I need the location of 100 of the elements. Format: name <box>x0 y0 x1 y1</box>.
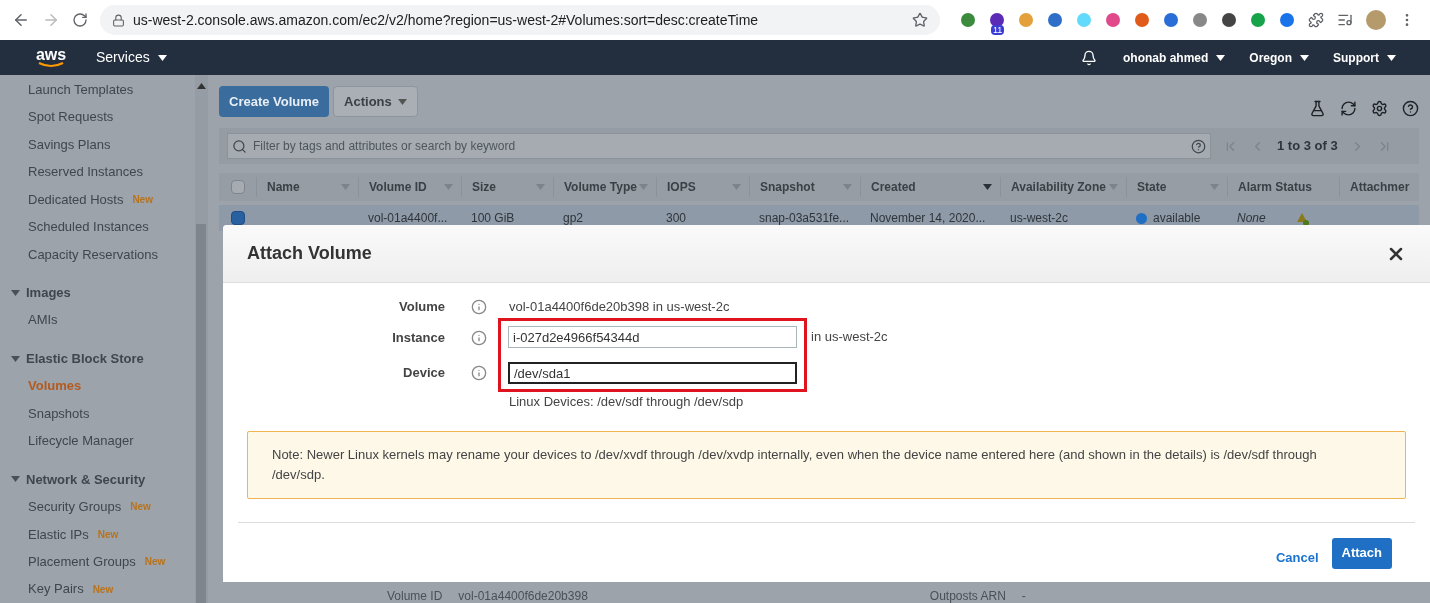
column-header[interactable]: Snapshot <box>760 178 815 196</box>
table-cell-text: 300 <box>666 210 687 227</box>
star-icon[interactable] <box>912 12 928 28</box>
info-icon[interactable] <box>471 299 487 315</box>
help-icon[interactable] <box>1191 138 1206 154</box>
help-icon[interactable] <box>1402 100 1419 117</box>
extension-icon[interactable] <box>1047 12 1063 28</box>
column-header[interactable]: Volume Type <box>564 178 637 196</box>
new-label: New <box>144 555 166 570</box>
column-header[interactable]: Attachmer <box>1350 178 1410 196</box>
refresh-icon[interactable] <box>1340 100 1357 117</box>
services-menu[interactable]: Services <box>96 47 167 68</box>
section-header[interactable]: Images <box>26 283 71 303</box>
scrollbar[interactable] <box>194 75 208 603</box>
nav-link[interactable]: Lifecycle Manager <box>28 431 134 451</box>
nav-link[interactable]: Security Groups <box>28 497 122 517</box>
device-hint: Linux Devices: /dev/sdf through /dev/sdp <box>509 393 745 411</box>
table-cell-text: available <box>1153 210 1201 227</box>
extension-icon[interactable] <box>1221 12 1237 28</box>
pagination-text: 1 to 3 of 3 <box>1277 137 1338 156</box>
column-header[interactable]: Name <box>267 178 300 196</box>
filter-field[interactable]: Filter by tags and attributes or search by keyword <box>227 133 1211 159</box>
notifications-icon[interactable] <box>1081 49 1097 66</box>
avatar[interactable] <box>1366 10 1386 30</box>
caret-icon <box>397 98 407 105</box>
nav-link[interactable]: AMIs <box>28 310 58 330</box>
media-icon[interactable] <box>1337 12 1353 28</box>
detail-label: Volume ID <box>387 588 443 603</box>
column-header[interactable]: Alarm Status <box>1238 178 1313 196</box>
new-label: New <box>97 527 119 542</box>
table-cell-text: November 14, 2020... <box>870 210 986 227</box>
section-header[interactable]: Elastic Block Store <box>26 348 144 369</box>
extensions-icon[interactable] <box>1308 12 1324 28</box>
nav-link[interactable]: Snapshots <box>28 403 90 424</box>
nav-link[interactable]: Dedicated Hosts <box>28 189 124 210</box>
new-label: New <box>130 500 151 515</box>
new-label: New <box>92 582 114 597</box>
column-header[interactable]: Created <box>871 178 916 196</box>
logo-smile-icon <box>38 61 64 68</box>
volume-value: vol-01a4400f6de20b398 in us-west-2c <box>509 298 731 317</box>
detail-value: vol-01a4400f6de20b398 <box>458 588 588 603</box>
detail-value: - <box>1021 588 1026 603</box>
user-menu[interactable]: ohonab ahmed <box>1123 48 1226 67</box>
table-cell-text: None <box>1237 210 1266 227</box>
table-cell-text: us-west-2c <box>1010 210 1068 227</box>
table-cell-text: 100 GiB <box>471 210 515 227</box>
nav-link[interactable]: Capacity Reservations <box>28 244 159 265</box>
table-cell-text: vol-01a4400f... <box>368 210 448 227</box>
nav-link[interactable]: Savings Plans <box>28 134 111 155</box>
column-header[interactable]: Volume ID <box>369 178 427 196</box>
caret-icon <box>1300 54 1309 61</box>
nav-link[interactable]: Spot Requests <box>28 107 114 127</box>
nav-link[interactable]: Elastic IPs <box>28 524 89 545</box>
search-icon <box>232 138 247 154</box>
support-menu[interactable]: Support <box>1333 48 1396 67</box>
detail-label: Outposts ARN <box>929 588 1006 603</box>
extension-icon[interactable] <box>989 12 1005 28</box>
section-header[interactable]: Network & Security <box>26 469 146 490</box>
nav-link[interactable]: Scheduled Instances <box>28 217 149 237</box>
nav-link[interactable]: Launch Templates <box>28 79 134 100</box>
attach-button[interactable]: Attach <box>1331 537 1392 569</box>
column-header[interactable]: Size <box>472 178 496 196</box>
actions-button[interactable]: Actions <box>333 86 418 117</box>
notification-badge: 11 <box>991 25 1005 35</box>
lock-icon <box>112 13 125 27</box>
nav-link[interactable]: Key Pairs <box>28 579 84 599</box>
row-checkbox[interactable] <box>230 211 245 225</box>
column-header[interactable]: State <box>1137 178 1167 196</box>
field-label: Device <box>403 364 445 383</box>
flask-icon[interactable] <box>1309 100 1326 117</box>
info-icon[interactable] <box>471 330 487 346</box>
aws-logo[interactable]: aws <box>35 47 67 62</box>
back-icon[interactable] <box>12 11 30 29</box>
table-cell-text: snap-03a531fe... <box>759 210 850 227</box>
nav-link[interactable]: Reserved Instances <box>28 162 143 182</box>
settings-icon[interactable] <box>1371 100 1388 117</box>
address-bar[interactable]: us-west-2.console.aws.amazon.com/ec2/v2/home?region=us-west-2#Volumes:sort=desc:createTime <box>100 5 940 35</box>
new-label: New <box>132 192 153 207</box>
caret-icon <box>1216 54 1226 61</box>
scroll-up-icon <box>196 83 206 89</box>
field-label: Instance <box>392 329 445 348</box>
reload-icon[interactable] <box>72 12 88 28</box>
url-text: us-west-2.console.aws.amazon.com/ec2/v2/home?region=us-west-2#Volumes:sort=desc:createTime <box>133 10 759 30</box>
info-icon[interactable] <box>471 365 487 381</box>
extension-icon[interactable] <box>1279 12 1295 28</box>
text-input[interactable]: i-027d2e4966f54344d <box>508 326 797 348</box>
table-cell-text: gp2 <box>563 210 584 227</box>
filter-placeholder: Filter by tags and attributes or search by keyword <box>253 138 517 155</box>
column-header[interactable]: Availability Zone <box>1011 178 1106 196</box>
field-label: Volume <box>399 298 445 317</box>
column-header[interactable]: IOPS <box>667 178 696 196</box>
extension-icon[interactable] <box>960 12 976 28</box>
extension-icon[interactable] <box>1163 12 1179 28</box>
nav-link[interactable]: Placement Groups <box>28 551 136 572</box>
create-volume-button[interactable]: Create Volume <box>219 86 330 117</box>
cancel-link[interactable]: Cancel <box>1275 547 1319 568</box>
text-input[interactable]: /dev/sda1 <box>508 362 797 384</box>
select-all-checkbox[interactable] <box>230 180 245 194</box>
caret-icon <box>157 54 167 61</box>
region-menu[interactable]: Oregon <box>1249 48 1309 67</box>
